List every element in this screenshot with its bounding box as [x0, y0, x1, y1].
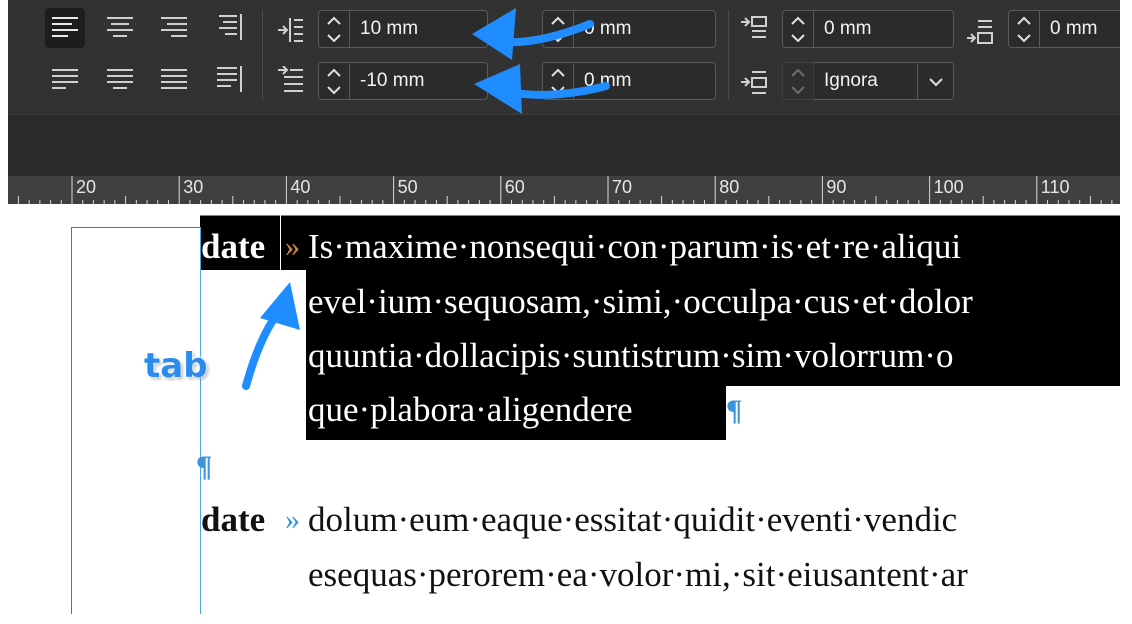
- annotation-arrows: [242, 8, 610, 390]
- arrow-to-left-indent: [472, 8, 594, 60]
- arrow-to-first-line-indent: [474, 64, 610, 114]
- tab-annotation-label: tab: [144, 346, 208, 386]
- arrow-to-tab: [242, 282, 300, 390]
